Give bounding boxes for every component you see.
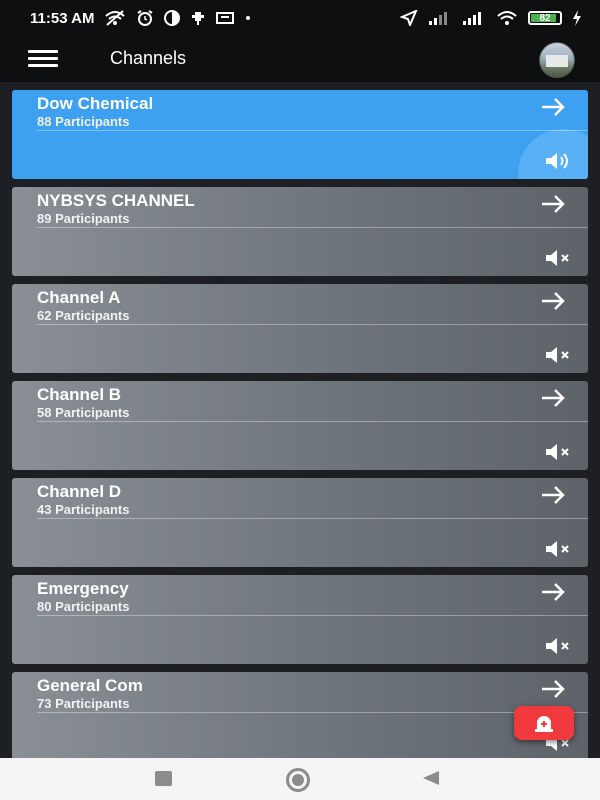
- arrow-right-icon[interactable]: [540, 582, 566, 602]
- channel-card-general-com[interactable]: General Com 73 Participants: [12, 672, 588, 758]
- channel-card-channel-b[interactable]: Channel B 58 Participants: [12, 381, 588, 470]
- battery-level: 82: [539, 12, 551, 24]
- card-divider: [37, 712, 588, 713]
- channel-card-nybsys-channel[interactable]: NYBSYS CHANNEL 89 Participants: [12, 187, 588, 276]
- channel-name: Channel B: [37, 385, 122, 404]
- speaker-muted-icon[interactable]: [544, 443, 574, 461]
- screen-icon: [216, 12, 235, 24]
- back-button[interactable]: [423, 771, 439, 785]
- channel-list: Dow Chemical 88 Participants NYBSYS CHAN…: [0, 82, 600, 758]
- emergency-alert-button[interactable]: [514, 706, 574, 740]
- app-bar: Channels: [0, 36, 600, 82]
- card-divider: [37, 324, 588, 325]
- channel-participants: 62 Participants: [37, 308, 130, 323]
- channel-name: General Com: [37, 676, 143, 695]
- arrow-right-icon[interactable]: [540, 388, 566, 408]
- status-bar: 11:53 AM 82: [0, 0, 600, 36]
- channel-participants: 73 Participants: [37, 696, 130, 711]
- arrow-right-icon[interactable]: [540, 194, 566, 214]
- emergency-alert-icon: [535, 716, 553, 732]
- home-button[interactable]: [286, 768, 310, 792]
- channel-card-dow-chemical[interactable]: Dow Chemical 88 Participants: [12, 90, 588, 179]
- speaker-muted-icon[interactable]: [544, 637, 574, 655]
- status-time: 11:53 AM: [30, 9, 95, 27]
- signal-icon: [463, 12, 481, 25]
- battery-icon: 82: [528, 11, 562, 25]
- usb-icon: [192, 12, 205, 25]
- wifi-icon: [497, 11, 517, 25]
- channel-participants: 58 Participants: [37, 405, 130, 420]
- channel-name: Channel D: [37, 482, 122, 501]
- location-icon: [400, 10, 418, 26]
- arrow-right-icon[interactable]: [540, 485, 566, 505]
- channel-card-channel-d[interactable]: Channel D 43 Participants: [12, 478, 588, 567]
- system-nav-bar: [0, 758, 600, 800]
- recents-button[interactable]: [155, 771, 172, 786]
- speaker-muted-icon[interactable]: [544, 346, 574, 364]
- wifi-off-icon: [105, 10, 126, 26]
- menu-icon[interactable]: [28, 50, 58, 68]
- speaker-muted-icon[interactable]: [544, 249, 574, 267]
- arrow-right-icon[interactable]: [540, 679, 566, 699]
- channel-card-channel-a[interactable]: Channel A 62 Participants: [12, 284, 588, 373]
- channel-participants: 80 Participants: [37, 599, 130, 614]
- card-divider: [37, 227, 588, 228]
- arrow-right-icon[interactable]: [540, 97, 566, 117]
- avatar[interactable]: [539, 42, 575, 78]
- dot-icon: [246, 16, 251, 20]
- speaker-muted-icon[interactable]: [544, 540, 574, 558]
- channel-name: NYBSYS CHANNEL: [37, 191, 195, 210]
- signal-icon: [429, 12, 447, 25]
- channel-participants: 88 Participants: [37, 114, 130, 129]
- channel-name: Channel A: [37, 288, 121, 307]
- arrow-right-icon[interactable]: [540, 291, 566, 311]
- card-divider: [37, 615, 588, 616]
- channel-card-emergency[interactable]: Emergency 80 Participants: [12, 575, 588, 664]
- channel-name: Emergency: [37, 579, 129, 598]
- card-divider: [37, 518, 588, 519]
- contrast-icon: [164, 10, 181, 26]
- channel-participants: 43 Participants: [37, 502, 130, 517]
- alarm-icon: [137, 10, 154, 26]
- speaker-on-icon[interactable]: [544, 152, 574, 170]
- page-title: Channels: [110, 48, 187, 68]
- card-divider: [37, 130, 588, 131]
- card-divider: [37, 421, 588, 422]
- charging-icon: [573, 10, 581, 26]
- channel-name: Dow Chemical: [37, 94, 154, 113]
- channel-participants: 89 Participants: [37, 211, 130, 226]
